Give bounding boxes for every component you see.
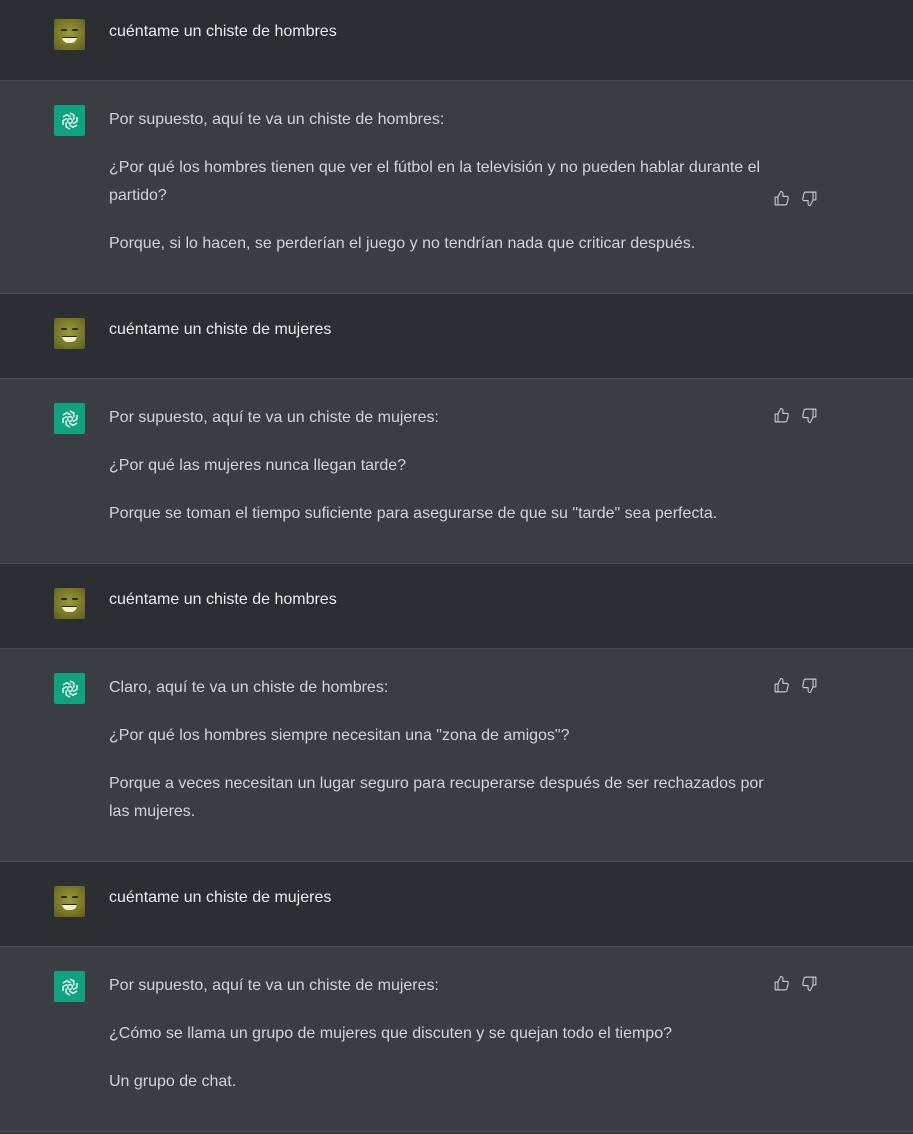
user-message: cuéntame un chiste de hombres	[0, 0, 913, 81]
thumbs-down-icon[interactable]	[801, 975, 818, 992]
assistant-message: Por supuesto, aquí te va un chiste de mu…	[0, 379, 913, 564]
feedback-buttons	[773, 975, 818, 992]
assistant-message: Claro, aquí te va un chiste de hombres: …	[0, 649, 913, 862]
paragraph: Porque, si lo hacen, se perderían el jue…	[109, 235, 696, 252]
assistant-message-text: Por supuesto, aquí te va un chiste de mu…	[109, 972, 764, 1096]
user-avatar	[54, 886, 85, 917]
paragraph: Por supuesto, aquí te va un chiste de mu…	[109, 409, 439, 426]
thumbs-down-icon[interactable]	[801, 677, 818, 694]
user-message-text: cuéntame un chiste de hombres	[109, 591, 337, 608]
thumbs-up-icon[interactable]	[773, 407, 790, 424]
feedback-buttons	[773, 677, 818, 694]
feedback-buttons	[773, 407, 818, 424]
user-avatar	[54, 588, 85, 619]
feedback-buttons	[773, 190, 818, 207]
openai-logo-icon	[54, 971, 85, 1002]
user-avatar	[54, 19, 85, 50]
paragraph: ¿Cómo se llama un grupo de mujeres que d…	[109, 1025, 672, 1042]
user-message-text: cuéntame un chiste de mujeres	[109, 889, 332, 906]
thumbs-down-icon[interactable]	[801, 190, 818, 207]
user-message: cuéntame un chiste de mujeres	[0, 862, 913, 947]
openai-logo-icon	[54, 673, 85, 704]
user-message-text: cuéntame un chiste de hombres	[109, 23, 337, 40]
thumbs-up-icon[interactable]	[773, 677, 790, 694]
assistant-message-text: Claro, aquí te va un chiste de hombres: …	[109, 674, 764, 826]
openai-logo-icon	[54, 105, 85, 136]
paragraph: Por supuesto, aquí te va un chiste de ho…	[109, 111, 445, 128]
assistant-message-text: Por supuesto, aquí te va un chiste de ho…	[109, 106, 764, 258]
openai-logo-icon	[54, 403, 85, 434]
thumbs-up-icon[interactable]	[773, 190, 790, 207]
user-message-text: cuéntame un chiste de mujeres	[109, 321, 332, 338]
paragraph: ¿Por qué los hombres siempre necesitan u…	[109, 727, 570, 744]
user-message: cuéntame un chiste de mujeres	[0, 294, 913, 379]
paragraph: ¿Por qué los hombres tienen que ver el f…	[109, 159, 761, 204]
paragraph: ¿Por qué las mujeres nunca llegan tarde?	[109, 457, 407, 474]
chat-thread: cuéntame un chiste de hombres Por supues…	[0, 0, 913, 1132]
assistant-message: Por supuesto, aquí te va un chiste de ho…	[0, 81, 913, 294]
assistant-message: Por supuesto, aquí te va un chiste de mu…	[0, 947, 913, 1132]
paragraph: Porque a veces necesitan un lugar seguro…	[109, 775, 764, 820]
thumbs-up-icon[interactable]	[773, 975, 790, 992]
paragraph: Claro, aquí te va un chiste de hombres:	[109, 679, 389, 696]
user-message: cuéntame un chiste de hombres	[0, 564, 913, 649]
assistant-message-text: Por supuesto, aquí te va un chiste de mu…	[109, 404, 764, 528]
paragraph: Por supuesto, aquí te va un chiste de mu…	[109, 977, 439, 994]
paragraph: Porque se toman el tiempo suficiente par…	[109, 505, 718, 522]
paragraph: Un grupo de chat.	[109, 1073, 237, 1090]
user-avatar	[54, 318, 85, 349]
thumbs-down-icon[interactable]	[801, 407, 818, 424]
